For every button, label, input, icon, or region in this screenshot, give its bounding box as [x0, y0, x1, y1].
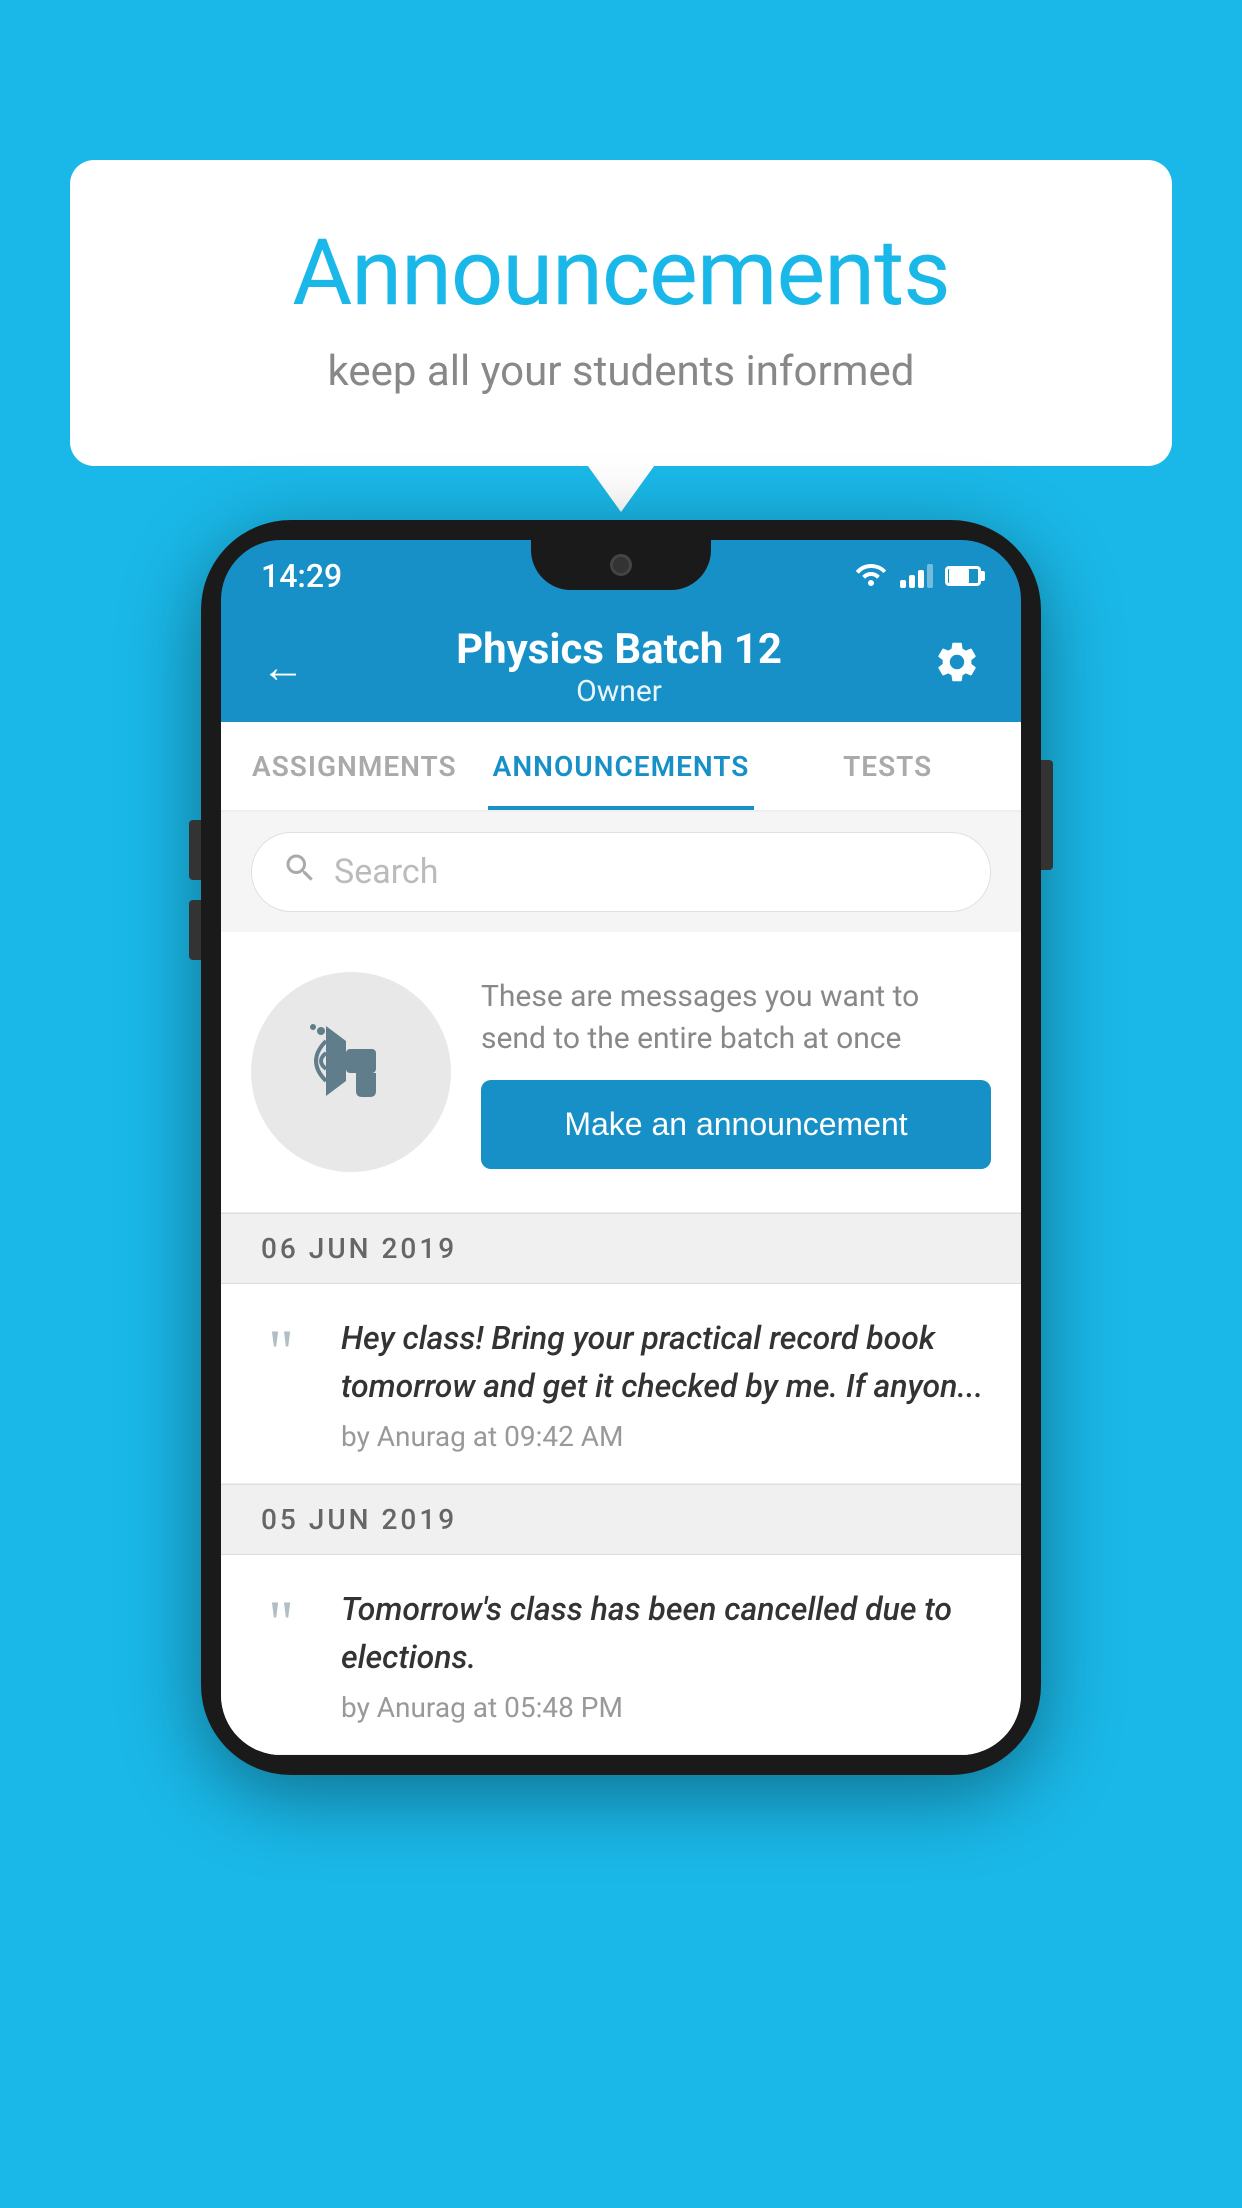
- announcement-icon-circle: [251, 972, 451, 1172]
- status-bar: 14:29: [221, 540, 1021, 612]
- app-header: ← Physics Batch 12 Owner: [221, 612, 1021, 722]
- speech-bubble: Announcements keep all your students inf…: [70, 160, 1172, 466]
- settings-button[interactable]: [933, 638, 981, 697]
- announcement-meta-1: by Anurag at 09:42 AM: [341, 1420, 991, 1453]
- quote-icon-1: ": [241, 1320, 321, 1384]
- power-button-btn[interactable]: [1041, 760, 1053, 870]
- volume-down-button[interactable]: [189, 900, 201, 960]
- announcement-cta: These are messages you want to send to t…: [221, 932, 1021, 1213]
- date-divider-1: 06 JUN 2019: [221, 1213, 1021, 1284]
- wifi-icon: [854, 560, 888, 593]
- power-button: [1041, 760, 1053, 870]
- phone-screen: ← Physics Batch 12 Owner ASSIGNMENTS ANN: [221, 612, 1021, 1755]
- tab-tests[interactable]: TESTS: [754, 722, 1021, 810]
- tabs-bar: ASSIGNMENTS ANNOUNCEMENTS TESTS: [221, 722, 1021, 812]
- announcement-item-2[interactable]: " Tomorrow's class has been cancelled du…: [221, 1555, 1021, 1755]
- back-button[interactable]: ←: [261, 641, 305, 693]
- tab-assignments[interactable]: ASSIGNMENTS: [221, 722, 488, 810]
- date-divider-2: 05 JUN 2019: [221, 1484, 1021, 1555]
- speech-bubble-section: Announcements keep all your students inf…: [70, 160, 1172, 466]
- volume-buttons: [189, 820, 201, 980]
- front-camera: [610, 554, 632, 576]
- search-placeholder: Search: [334, 852, 438, 892]
- tab-announcements[interactable]: ANNOUNCEMENTS: [488, 722, 755, 810]
- announcement-text-2: Tomorrow's class has been cancelled due …: [341, 1585, 991, 1681]
- quote-icon-2: ": [241, 1591, 321, 1655]
- bubble-title: Announcements: [150, 220, 1092, 327]
- search-icon: [282, 850, 318, 895]
- header-center: Physics Batch 12 Owner: [456, 625, 782, 709]
- announcement-content-2: Tomorrow's class has been cancelled due …: [341, 1585, 991, 1724]
- header-subtitle: Owner: [456, 674, 782, 709]
- status-icons: [854, 560, 981, 593]
- announcement-content-1: Hey class! Bring your practical record b…: [341, 1314, 991, 1453]
- status-time: 14:29: [261, 557, 342, 595]
- batch-title: Physics Batch 12: [456, 625, 782, 674]
- notch: [531, 540, 711, 590]
- battery-icon: [945, 566, 981, 586]
- phone-device: 14:29: [201, 520, 1041, 1775]
- make-announcement-button[interactable]: Make an announcement: [481, 1080, 991, 1169]
- search-container: Search: [221, 812, 1021, 932]
- search-bar[interactable]: Search: [251, 832, 991, 912]
- phone-body: 14:29: [201, 520, 1041, 1775]
- megaphone-icon: [301, 1011, 401, 1133]
- announcement-meta-2: by Anurag at 05:48 PM: [341, 1691, 991, 1724]
- volume-up-button[interactable]: [189, 820, 201, 880]
- signal-icon: [900, 564, 933, 588]
- cta-right: These are messages you want to send to t…: [481, 976, 991, 1169]
- cta-description: These are messages you want to send to t…: [481, 976, 991, 1060]
- bubble-subtitle: keep all your students informed: [150, 347, 1092, 396]
- announcement-text-1: Hey class! Bring your practical record b…: [341, 1314, 991, 1410]
- announcement-item-1[interactable]: " Hey class! Bring your practical record…: [221, 1284, 1021, 1484]
- battery-fill: [949, 569, 969, 583]
